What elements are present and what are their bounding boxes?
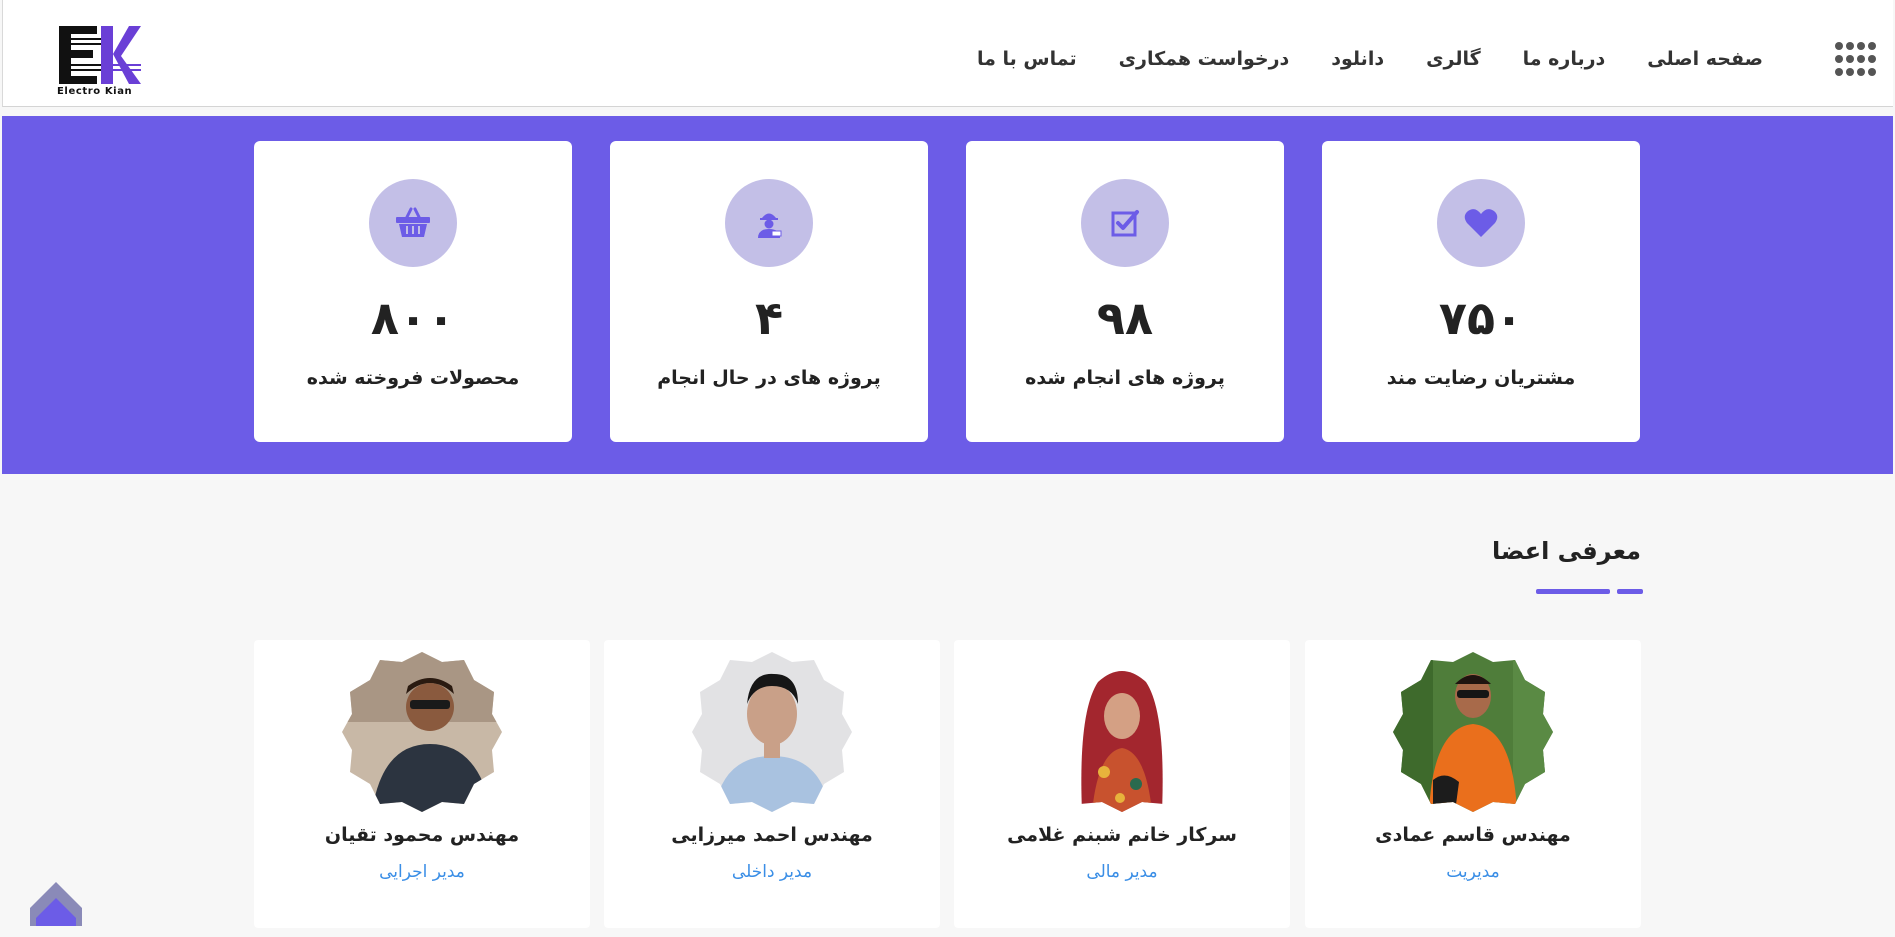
stat-label: پروژه های در حال انجام (657, 367, 881, 389)
stat-card-projects-in-progress: ۴ پروژه های در حال انجام (610, 141, 928, 442)
site-logo[interactable]: Electro Kian (57, 24, 141, 100)
logo-caption: Electro Kian (57, 86, 133, 97)
member-role: مدیر داخلی (731, 862, 813, 882)
ek-logo-mark (59, 26, 141, 84)
stats-section: ۸۰۰ محصولات فروخته شده ۴ پروژه های در حا… (2, 116, 1893, 474)
grid-menu-icon[interactable] (1835, 42, 1876, 80)
member-avatar (342, 652, 502, 812)
chevron-up-icon (30, 882, 82, 926)
stat-number: ۴ (754, 291, 784, 345)
stat-card-projects-done: ۹۸ پروژه های انجام شده (966, 141, 1284, 442)
page: Electro Kian صفحه اصلی درباره ما گالری د… (2, 0, 1893, 937)
nav-about[interactable]: درباره ما (1523, 48, 1606, 70)
stat-number: ۷۵۰ (1438, 291, 1524, 345)
member-name: مهندس محمود تقیان (324, 824, 520, 846)
stat-number: ۹۸ (1096, 291, 1154, 345)
member-card[interactable]: سرکار خانم شبنم غلامی مدیر مالی (954, 640, 1290, 928)
scroll-to-top-button[interactable] (30, 880, 82, 926)
member-name: مهندس احمد میرزایی (671, 824, 873, 846)
nav-cooperation[interactable]: درخواست همکاری (1119, 48, 1290, 70)
member-card[interactable]: مهندس احمد میرزایی مدیر داخلی (604, 640, 940, 928)
checkbox-icon (1081, 179, 1169, 267)
member-role: مدیر اجرایی (379, 862, 465, 882)
member-role: مدیر مالی (1086, 862, 1158, 882)
member-name: مهندس قاسم عمادی (1375, 824, 1571, 846)
nav-download[interactable]: دانلود (1331, 48, 1384, 70)
stat-label: پروژه های انجام شده (1025, 367, 1225, 389)
stat-card-satisfied-customers: ۷۵۰ مشتریان رضایت مند (1322, 141, 1640, 442)
member-avatar (1042, 652, 1202, 812)
member-card[interactable]: مهندس قاسم عمادی مدیریت (1305, 640, 1641, 928)
team-section-title: معرفی اعضا (1492, 537, 1641, 565)
member-name: سرکار خانم شبنم غلامی (1007, 824, 1237, 846)
member-card[interactable]: مهندس محمود تقیان مدیر اجرایی (254, 640, 590, 928)
site-header: Electro Kian صفحه اصلی درباره ما گالری د… (2, 0, 1893, 107)
nav-gallery[interactable]: گالری (1426, 48, 1481, 70)
worker-icon (725, 179, 813, 267)
title-underline (1536, 589, 1610, 594)
member-avatar (692, 652, 852, 812)
stat-number: ۸۰۰ (370, 291, 456, 345)
nav-contact[interactable]: تماس با ما (977, 48, 1077, 70)
title-underline-accent (1617, 589, 1643, 594)
stat-card-products-sold: ۸۰۰ محصولات فروخته شده (254, 141, 572, 442)
member-role: مدیریت (1446, 862, 1500, 882)
heart-icon (1437, 179, 1525, 267)
member-avatar (1393, 652, 1553, 812)
main-nav: صفحه اصلی درباره ما گالری دانلود درخواست… (977, 44, 1763, 74)
basket-icon (369, 179, 457, 267)
stat-label: مشتریان رضایت مند (1386, 367, 1576, 389)
stat-label: محصولات فروخته شده (306, 367, 520, 389)
nav-home[interactable]: صفحه اصلی (1647, 48, 1763, 70)
